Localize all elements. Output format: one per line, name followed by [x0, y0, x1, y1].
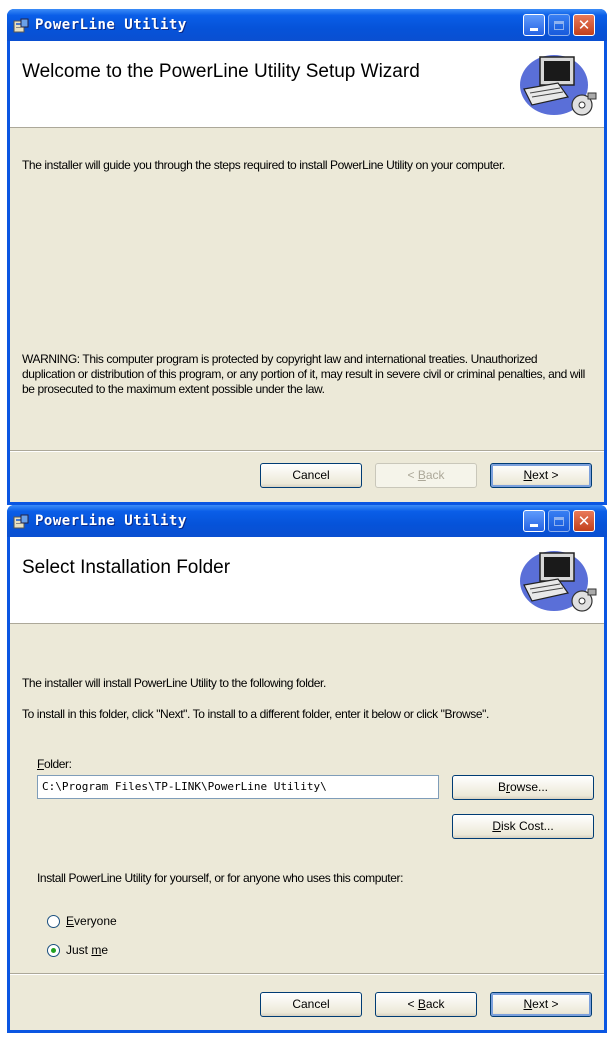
close-button[interactable]: ✕	[573, 510, 595, 532]
minimize-icon	[530, 523, 538, 527]
maximize-button	[548, 14, 570, 36]
radio-just-me-label[interactable]: Just me	[66, 943, 108, 957]
cancel-button[interactable]: Cancel	[260, 992, 362, 1017]
disk-cost-mnemonic: D	[492, 819, 501, 833]
back-label: ack	[425, 468, 445, 482]
setup-window-folder: PowerLine Utility ✕ Select Installation …	[7, 505, 607, 1033]
close-button[interactable]: ✕	[573, 14, 595, 36]
radio-everyone-label[interactable]: Everyone	[66, 914, 117, 928]
maximize-button	[548, 510, 570, 532]
back-button[interactable]: < Back	[375, 992, 477, 1017]
folder-label: Folder:	[37, 757, 72, 772]
just-me-label-pre: Just	[66, 943, 92, 957]
just-me-mnemonic: m	[91, 943, 102, 957]
everyone-mnemonic: E	[66, 914, 75, 928]
minimize-button[interactable]	[523, 510, 545, 532]
wizard-banner: Welcome to the PowerLine Utility Setup W…	[10, 41, 604, 128]
install-location-text: The installer will install PowerLine Uti…	[22, 676, 326, 690]
instructions-text: To install in this folder, click "Next".…	[22, 707, 489, 721]
app-icon	[13, 18, 29, 33]
minimize-icon	[530, 27, 538, 31]
folder-mnemonic: F	[37, 757, 44, 771]
separator	[10, 973, 604, 975]
disk-cost-label: isk Cost...	[500, 819, 554, 833]
browse-button[interactable]: Browse...	[452, 775, 594, 800]
back-prefix: <	[407, 468, 418, 482]
radio-everyone[interactable]	[47, 915, 60, 928]
intro-text: The installer will guide you through the…	[22, 158, 505, 172]
cancel-button[interactable]: Cancel	[260, 463, 362, 488]
everyone-label: veryone	[74, 914, 117, 928]
folder-label-text: older:	[43, 757, 72, 771]
computer-setup-icon	[520, 551, 597, 612]
browse-label-pre: B	[497, 780, 506, 794]
just-me-label-post: e	[101, 943, 109, 957]
app-icon	[13, 514, 29, 529]
install-for-text: Install PowerLine Utility for yourself, …	[37, 871, 404, 885]
wizard-client-area: Select Installation Folder The installer…	[10, 537, 604, 1030]
disk-cost-button[interactable]: Disk Cost...	[452, 814, 594, 839]
warning-text: WARNING: This computer program is protec…	[22, 352, 585, 396]
next-label: ext >	[532, 997, 559, 1011]
minimize-button[interactable]	[523, 14, 545, 36]
back-mnemonic: B	[417, 468, 426, 482]
back-label: ack	[425, 997, 445, 1011]
radio-just-me[interactable]	[47, 944, 60, 957]
next-mnemonic: N	[523, 468, 533, 482]
next-label: ext >	[532, 468, 559, 482]
title-bar[interactable]: PowerLine Utility ✕	[7, 505, 607, 537]
close-icon: ✕	[577, 511, 591, 530]
cancel-label: Cancel	[292, 997, 330, 1011]
computer-setup-icon	[520, 55, 597, 116]
window-title: PowerLine Utility	[35, 17, 187, 33]
back-mnemonic: B	[417, 997, 426, 1011]
separator	[10, 450, 604, 452]
wizard-client-area: Welcome to the PowerLine Utility Setup W…	[10, 41, 604, 502]
close-icon: ✕	[577, 15, 591, 34]
cancel-label: Cancel	[292, 468, 330, 482]
next-button[interactable]: Next >	[490, 463, 592, 488]
window-title: PowerLine Utility	[35, 513, 187, 529]
title-bar[interactable]: PowerLine Utility ✕	[7, 9, 607, 41]
browse-label-post: owse...	[510, 780, 549, 794]
back-prefix: <	[407, 997, 418, 1011]
page-title: Welcome to the PowerLine Utility Setup W…	[22, 61, 420, 82]
maximize-icon	[554, 516, 564, 526]
maximize-icon	[554, 20, 564, 30]
setup-window-welcome: PowerLine Utility ✕ Welcome to the Power…	[7, 9, 607, 505]
folder-path-input[interactable]: C:\Program Files\TP-LINK\PowerLine Utili…	[37, 775, 439, 799]
next-button[interactable]: Next >	[490, 992, 592, 1017]
page-title: Select Installation Folder	[22, 557, 231, 578]
next-mnemonic: N	[523, 997, 533, 1011]
back-button: < Back	[375, 463, 477, 488]
wizard-banner: Select Installation Folder	[10, 537, 604, 624]
